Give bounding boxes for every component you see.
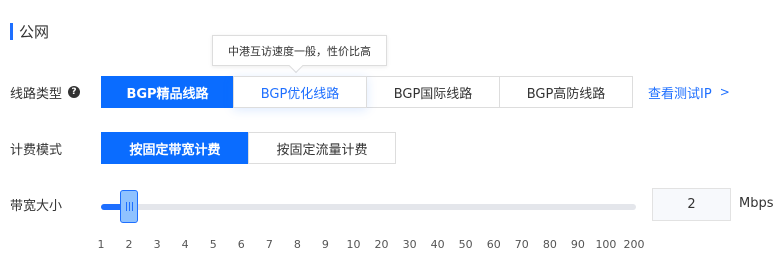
section-title: 公网 [19,22,50,41]
section-accent-bar [10,22,13,40]
tick-label: 90 [570,238,585,251]
line-option-bgp-premium[interactable]: BGP精品线路 [101,76,234,108]
tick-label: 7 [265,238,273,251]
question-circle-icon[interactable]: ? [68,86,81,98]
tick-label: 6 [237,238,245,251]
line-option-bgp-optimized[interactable]: BGP优化线路 [233,76,367,108]
line-type-label-text: 线路类型 [10,86,63,102]
section-header: 公网 [10,21,49,41]
tick-label: 5 [209,238,217,251]
line-option-bgp-ddos[interactable]: BGP高防线路 [499,76,633,108]
tick-label: 2 [125,238,133,251]
billing-option-bandwidth[interactable]: 按固定带宽计费 [101,132,249,164]
tick-label: 50 [458,238,473,251]
tick-label: 1 [97,238,105,251]
tick-label: 20 [374,238,389,251]
billing-label: 计费模式 [10,142,63,158]
grip-line [128,202,130,211]
bandwidth-slider-track[interactable] [101,204,636,210]
tick-label: 8 [293,238,301,251]
line-type-label: 线路类型 ? [10,82,81,102]
tick-label: 30 [402,238,417,251]
tick-label: 200 [623,238,645,251]
view-test-ip-link[interactable]: 查看测试IP > [648,82,730,102]
tick-label: 80 [542,238,557,251]
bandwidth-unit: Mbps [739,196,774,211]
line-type-selector: BGP精品线路 BGP优化线路 BGP国际线路 BGP高防线路 [101,76,633,108]
tick-label: 70 [514,238,529,251]
bandwidth-tick-labels: 1 2 3 4 5 6 7 8 9 10 20 30 40 50 60 70 80 90 100 200 [0,238,783,252]
grip-line [125,202,127,211]
line-tooltip: 中港互访速度一般，性价比高 [212,35,387,66]
tick-label: 3 [153,238,161,251]
tick-label: 9 [321,238,329,251]
bandwidth-slider-handle[interactable] [120,190,139,223]
tick-label: 100 [595,238,617,251]
bandwidth-input[interactable] [652,188,731,221]
tick-label: 4 [181,238,189,251]
line-option-bgp-international[interactable]: BGP国际线路 [366,76,500,108]
billing-selector: 按固定带宽计费 按固定流量计费 [101,132,396,164]
tick-label: 10 [346,238,361,251]
view-test-ip-text: 查看测试IP [648,86,712,102]
chevron-right-icon: > [719,85,730,99]
grip-line [131,202,133,211]
billing-option-traffic[interactable]: 按固定流量计费 [248,132,396,164]
bandwidth-label: 带宽大小 [10,198,63,214]
tick-label: 40 [430,238,445,251]
tick-label: 60 [486,238,501,251]
